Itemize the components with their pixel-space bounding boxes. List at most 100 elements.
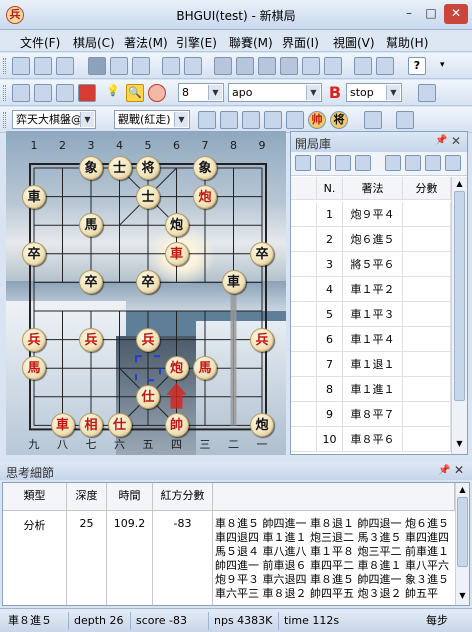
header-move[interactable]: 著法	[343, 177, 403, 200]
table-row[interactable]: 4 車１平２	[291, 277, 451, 302]
save-file-icon[interactable]	[56, 57, 74, 75]
thinking-scrollbar[interactable]: ▲ ▼	[455, 483, 469, 605]
chevron-down-icon[interactable]: ▼	[174, 112, 188, 127]
piece-red[interactable]: 炮	[193, 184, 217, 209]
platform-select[interactable]: 弈天大棋盤@◎ ▼	[12, 110, 96, 129]
engine-run-icon[interactable]	[324, 57, 342, 75]
prev-move-icon[interactable]	[236, 57, 254, 75]
engine-select[interactable]: apo ▼	[228, 83, 322, 102]
header-red-score[interactable]: 紅方分數	[153, 483, 213, 511]
table-row[interactable]: 5 車１平３	[291, 302, 451, 327]
watch-mode-select[interactable]: 觀戰(紅走) ▼	[114, 110, 190, 129]
sync-icon[interactable]	[242, 111, 260, 129]
piece-black[interactable]: 士	[136, 184, 160, 209]
new-game-icon[interactable]	[12, 57, 30, 75]
layout-icon[interactable]	[354, 57, 372, 75]
menu-league[interactable]: 聯賽(M)	[229, 34, 273, 51]
library-settings-icon[interactable]	[445, 155, 461, 171]
pin-icon[interactable]: 📌	[438, 465, 450, 476]
piece-red[interactable]: 馬	[193, 356, 217, 381]
minimize-button[interactable]: –	[398, 4, 420, 24]
menu-view[interactable]: 視圖(V)	[333, 34, 375, 51]
toolbar-grip[interactable]	[3, 85, 6, 101]
piece-red[interactable]: 馬	[22, 356, 46, 381]
export-icon[interactable]	[405, 155, 421, 171]
menu-help[interactable]: 幫助(H)	[386, 34, 428, 51]
engine-settings-icon[interactable]	[34, 84, 52, 102]
delete-entry-icon[interactable]	[335, 155, 351, 171]
panel-icon[interactable]	[418, 84, 436, 102]
piece-red[interactable]: 仕	[136, 384, 160, 409]
open-file-icon[interactable]	[34, 57, 52, 75]
piece-black[interactable]: 象	[193, 156, 217, 180]
paste-icon[interactable]	[184, 57, 202, 75]
stop-icon[interactable]	[148, 84, 166, 102]
grid-layout-icon[interactable]	[364, 111, 382, 129]
library-scrollbar[interactable]: ▲ ▼	[451, 177, 467, 454]
table-row[interactable]: 1 炮９平４	[291, 202, 451, 227]
stop-select[interactable]: stop ▼	[346, 83, 402, 102]
computer-icon[interactable]	[56, 84, 74, 102]
scroll-down-icon[interactable]: ▼	[454, 439, 465, 449]
import-icon[interactable]	[385, 155, 401, 171]
capture-icon[interactable]	[264, 111, 282, 129]
search-icon[interactable]: 🔍	[126, 84, 144, 102]
piece-red[interactable]: 兵	[250, 327, 274, 352]
piece-red[interactable]: 車	[164, 241, 189, 266]
disconnect-icon[interactable]	[220, 111, 238, 129]
b-mode-icon[interactable]: B	[326, 84, 344, 102]
menu-interface[interactable]: 界面(I)	[282, 34, 319, 51]
edit-entry-icon[interactable]	[355, 155, 371, 171]
options-icon[interactable]	[376, 57, 394, 75]
chevron-down-icon[interactable]: ▼	[80, 112, 94, 127]
piece-black[interactable]: 車	[22, 184, 46, 209]
piece-black[interactable]: 将	[136, 156, 160, 180]
pin-icon[interactable]: 📌	[435, 135, 447, 146]
header-pv[interactable]	[213, 483, 455, 511]
scroll-up-icon[interactable]: ▲	[454, 179, 465, 189]
header-score[interactable]: 分數	[403, 177, 451, 200]
close-icon[interactable]: ✕	[454, 463, 464, 477]
first-move-icon[interactable]	[214, 57, 232, 75]
scroll-up-icon[interactable]: ▲	[457, 485, 468, 494]
table-row[interactable]: 8 車１進１	[291, 377, 451, 402]
toolbar-overflow-icon[interactable]: ▾	[440, 57, 452, 75]
table-row[interactable]: 6 車１平４	[291, 327, 451, 352]
header-type[interactable]: 類型	[3, 483, 67, 511]
close-icon[interactable]: ✕	[451, 134, 461, 148]
table-row[interactable]: 3 將５平６	[291, 252, 451, 277]
piece-black[interactable]: 炮	[164, 213, 189, 238]
piece-black[interactable]: 象	[79, 156, 103, 180]
scroll-thumb[interactable]	[457, 497, 468, 567]
piece-black[interactable]: 士	[107, 156, 132, 180]
flip-board-icon[interactable]	[302, 57, 320, 75]
toolbar-grip[interactable]	[3, 58, 6, 74]
table-row[interactable]: 9 車８平７	[291, 402, 451, 427]
piece-red[interactable]: 兵	[22, 327, 46, 352]
header-number[interactable]: N.	[317, 177, 343, 200]
toolbar-grip[interactable]	[3, 112, 6, 128]
piece-black[interactable]: 車	[221, 270, 246, 295]
connect-icon[interactable]	[198, 111, 216, 129]
piece-red[interactable]: 炮	[164, 356, 189, 381]
piece-red[interactable]: 帥	[164, 413, 189, 438]
close-button[interactable]: ✕	[444, 4, 468, 24]
help-icon[interactable]: ?	[408, 57, 426, 75]
piece-black[interactable]: 卒	[250, 241, 274, 266]
piece-black[interactable]: 卒	[22, 241, 46, 266]
piece-red[interactable]: 車	[50, 413, 75, 438]
board-layout-icon[interactable]	[396, 111, 414, 129]
table-row[interactable]: 10 車８平６	[291, 427, 451, 452]
chevron-down-icon[interactable]: ▼	[386, 85, 400, 100]
analysis-icon[interactable]	[12, 84, 30, 102]
red-computer-icon[interactable]	[78, 84, 96, 102]
table-row[interactable]: 7 車１退１	[291, 352, 451, 377]
piece-black[interactable]: 馬	[79, 213, 103, 238]
red-side-button[interactable]: 帅	[308, 111, 326, 129]
piece-red[interactable]: 兵	[136, 327, 160, 352]
menu-moves[interactable]: 著法(M)	[124, 34, 168, 51]
piece-red[interactable]: 兵	[79, 327, 103, 352]
chevron-down-icon[interactable]: ▼	[306, 85, 320, 100]
header-depth[interactable]: 深度	[67, 483, 107, 511]
copy-image-icon[interactable]	[110, 57, 128, 75]
